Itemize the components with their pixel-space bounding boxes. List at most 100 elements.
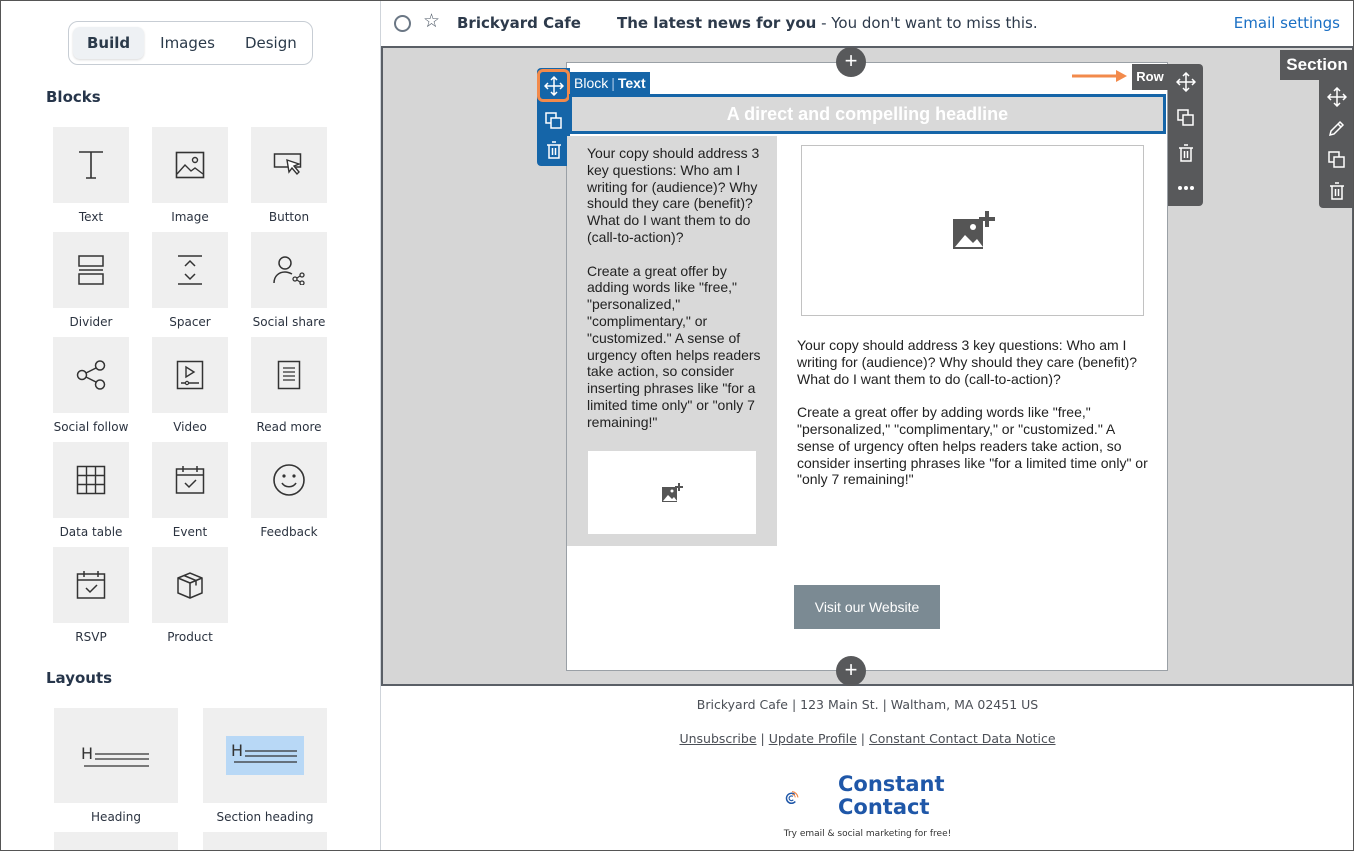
image-icon [175, 151, 205, 179]
tab-images[interactable]: Images [146, 27, 229, 59]
video-icon [176, 360, 204, 390]
block-type-label: Text [617, 75, 646, 91]
footer-links: Unsubscribe | Update Profile | Constant … [381, 731, 1354, 746]
block-label: Data table [59, 525, 123, 539]
layout-tile-partial[interactable] [54, 832, 178, 851]
block-video[interactable]: Video [140, 337, 240, 434]
block-duplicate-icon[interactable] [537, 105, 570, 135]
section-duplicate-icon[interactable] [1319, 144, 1354, 174]
heading-layout-icon: H [81, 744, 149, 767]
update-profile-link[interactable]: Update Profile [769, 731, 857, 746]
block-text[interactable]: Text [41, 127, 141, 224]
button-icon [273, 153, 302, 176]
block-label: Product [167, 630, 213, 644]
select-circle-icon[interactable] [394, 15, 411, 32]
block-read-more[interactable]: Read more [239, 337, 339, 434]
block-delete-icon[interactable] [537, 135, 570, 165]
block-label: Read more [256, 420, 322, 434]
logo-line-2: Contact [838, 795, 930, 819]
block-label: Spacer [169, 315, 211, 329]
product-icon [177, 572, 203, 599]
visit-website-button[interactable]: Visit our Website [794, 585, 940, 629]
link-separator: | [856, 731, 869, 746]
section-label[interactable]: Section [1280, 50, 1354, 80]
block-data-table[interactable]: Data table [41, 442, 141, 539]
data-notice-link[interactable]: Constant Contact Data Notice [869, 731, 1056, 746]
blocks-heading: Blocks [46, 88, 101, 106]
text-icon [79, 151, 103, 179]
data-table-icon [76, 465, 106, 495]
block-rsvp[interactable]: RSVP [41, 547, 141, 644]
layout-label: Section heading [216, 810, 314, 824]
block-label: Social follow [53, 420, 129, 434]
divider-icon [78, 255, 104, 285]
tab-build[interactable]: Build [73, 27, 145, 59]
svg-text:H: H [81, 744, 93, 763]
sender-name: Brickyard Cafe [457, 14, 581, 32]
image-placeholder-small[interactable] [588, 451, 756, 534]
section-heading-highlight: H [226, 736, 304, 775]
row-label[interactable]: Row [1132, 64, 1168, 90]
constant-contact-logo-text: Constant Contact [838, 773, 945, 819]
headline-text-block[interactable]: A direct and compelling headline [569, 94, 1166, 134]
block-button[interactable]: Button [239, 127, 339, 224]
block-image[interactable]: Image [140, 127, 240, 224]
block-move-icon[interactable] [537, 69, 570, 102]
row-move-icon[interactable] [1168, 67, 1203, 97]
feedback-icon [273, 464, 305, 496]
left-panel: Build Images Design Blocks Text Image Bu… [0, 0, 381, 851]
row-duplicate-icon[interactable] [1168, 102, 1203, 132]
social-share-icon [273, 256, 305, 285]
block-label: Button [268, 210, 310, 224]
block-label: Feedback [260, 525, 318, 539]
right-body-text[interactable]: Your copy should address 3 key questions… [797, 337, 1149, 488]
block-label: RSVP [75, 630, 107, 644]
add-image-icon [662, 482, 683, 502]
section-edit-pencil-icon[interactable] [1319, 113, 1354, 143]
block-label: Divider [69, 315, 113, 329]
block-label: Event [172, 525, 208, 539]
block-label: Text [78, 210, 104, 224]
tab-design[interactable]: Design [231, 27, 311, 59]
block-feedback[interactable]: Feedback [239, 442, 339, 539]
footer-tagline: Try email & social marketing for free! [783, 829, 952, 839]
block-event[interactable]: Event [140, 442, 240, 539]
svg-text:H: H [231, 741, 243, 760]
star-icon[interactable]: ☆ [423, 10, 440, 33]
row-toolbar [1168, 64, 1203, 206]
section-move-icon[interactable] [1319, 82, 1354, 112]
block-product[interactable]: Product [140, 547, 240, 644]
block-spacer[interactable]: Spacer [140, 232, 240, 329]
block-social-follow[interactable]: Social follow [41, 337, 141, 434]
block-label: Social share [252, 315, 326, 329]
block-type-tab[interactable]: Block | Text [570, 72, 650, 95]
block-label: Video [173, 420, 207, 434]
left-body-text[interactable]: Your copy should address 3 key questions… [587, 145, 763, 431]
layout-heading[interactable]: H Heading [54, 708, 178, 824]
block-social-share[interactable]: Social share [239, 232, 339, 329]
logo-line-1: Constant [838, 772, 945, 796]
layout-tile-partial[interactable] [203, 832, 327, 851]
image-placeholder-large[interactable] [801, 145, 1144, 316]
event-icon [175, 466, 205, 494]
layouts-heading: Layouts [46, 669, 113, 687]
arrow-right-icon [1072, 70, 1127, 82]
spacer-icon [178, 255, 202, 285]
panel-tabs: Build Images Design [68, 21, 313, 65]
block-label: Image [171, 210, 209, 224]
subject-rest: - You don't want to miss this. [816, 14, 1038, 32]
add-image-icon [952, 210, 995, 249]
layout-label: Heading [91, 810, 141, 824]
layout-section-heading[interactable]: H Section heading [203, 708, 327, 824]
unsubscribe-link[interactable]: Unsubscribe [679, 731, 756, 746]
email-settings-link[interactable]: Email settings [1234, 14, 1340, 32]
section-delete-icon[interactable] [1319, 176, 1354, 206]
row-more-options-icon[interactable] [1168, 173, 1203, 203]
footer-address: Brickyard Cafe | 123 Main St. | Waltham,… [696, 697, 1039, 712]
block-label: Block [574, 75, 609, 91]
row-delete-icon[interactable] [1168, 138, 1203, 168]
constant-contact-logo-icon [785, 790, 799, 805]
add-row-above-button[interactable]: + [836, 47, 866, 77]
add-row-below-button[interactable]: + [836, 656, 866, 686]
block-divider[interactable]: Divider [41, 232, 141, 329]
